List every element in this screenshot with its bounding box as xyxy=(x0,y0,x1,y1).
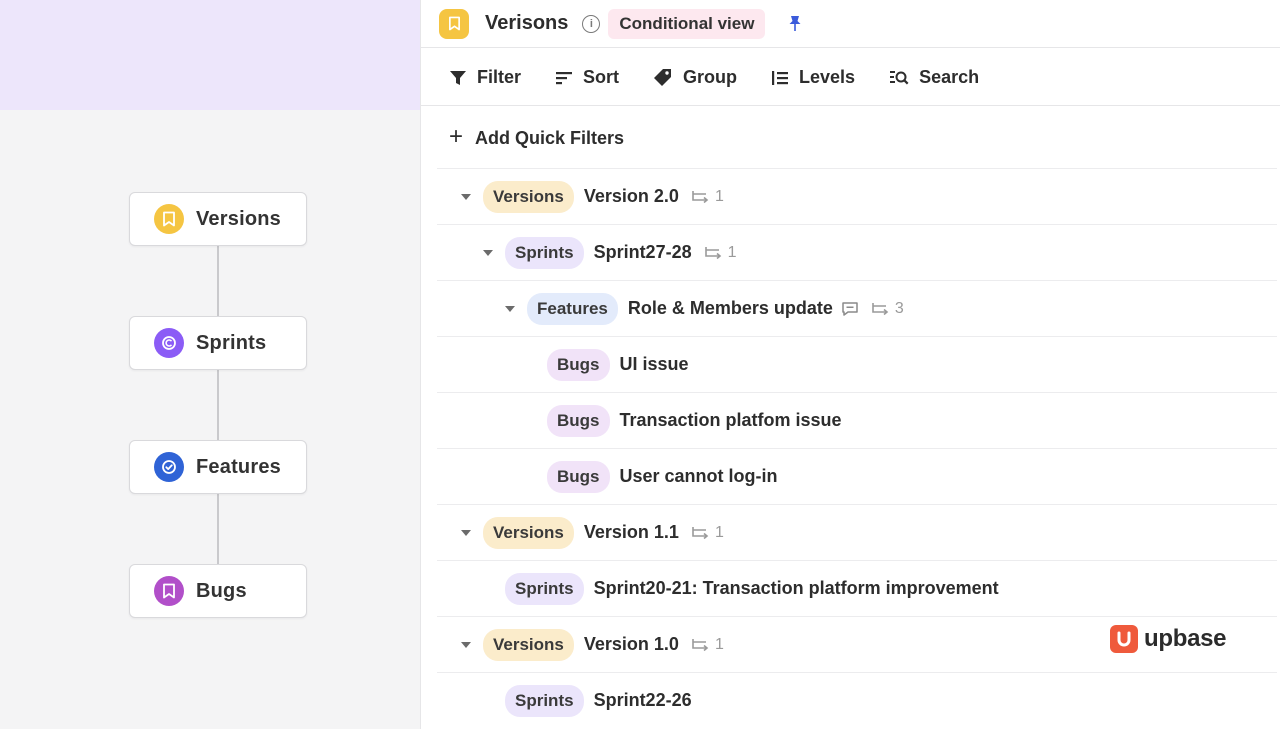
row-name: Version 1.0 xyxy=(583,634,679,654)
bookmark-icon xyxy=(154,204,184,234)
row-name: Role & Members update xyxy=(627,298,833,318)
filter-icon xyxy=(450,70,466,85)
subitems-count: 3 xyxy=(894,299,904,317)
level-label: Bugs xyxy=(196,579,247,602)
sort-button[interactable]: Sort xyxy=(555,67,619,88)
level-connector xyxy=(217,370,219,442)
level-card-sprints[interactable]: Sprints xyxy=(129,316,307,370)
collapse-caret-icon[interactable] xyxy=(461,529,471,536)
upbase-logo-icon xyxy=(1110,625,1138,653)
row-name: Version 1.1 xyxy=(583,522,679,542)
subitems-indicator[interactable]: 1 xyxy=(691,188,724,206)
level-card-versions[interactable]: Versions xyxy=(129,192,307,246)
subitems-count: 1 xyxy=(714,523,724,541)
subitems-indicator[interactable]: 3 xyxy=(871,300,904,318)
table-row[interactable]: Bugs Transaction platfom issue xyxy=(437,392,1277,448)
table-row[interactable]: Sprints Sprint27-28 1 xyxy=(437,224,1277,280)
subitems-icon xyxy=(692,526,709,539)
left-panel-header-area xyxy=(0,0,420,110)
plus-icon: + xyxy=(449,122,464,150)
collapse-caret-icon[interactable] xyxy=(461,641,471,648)
table-row[interactable]: Sprints Sprint22-26 xyxy=(437,672,1277,728)
filter-label: Filter xyxy=(477,67,522,87)
subitems-indicator[interactable]: 1 xyxy=(704,244,737,262)
type-tag: Versions xyxy=(483,628,574,661)
comment-icon[interactable] xyxy=(841,301,859,317)
level-card-bugs[interactable]: Bugs xyxy=(129,564,307,618)
level-connector xyxy=(217,494,219,566)
subitems-icon xyxy=(692,190,709,203)
collapse-caret-icon[interactable] xyxy=(461,193,471,200)
info-icon[interactable]: i xyxy=(582,14,601,33)
sprint-cycle-icon xyxy=(154,328,184,358)
row-name: Sprint20-21: Transaction platform improv… xyxy=(593,578,999,598)
group-label: Group xyxy=(683,67,738,87)
bookmark-icon xyxy=(154,576,184,606)
filter-button[interactable]: Filter xyxy=(449,67,521,88)
subitems-count: 1 xyxy=(727,243,737,261)
table-row[interactable]: Bugs UI issue xyxy=(437,336,1277,392)
levels-icon xyxy=(772,70,789,85)
subitems-count: 1 xyxy=(714,635,724,653)
table-row[interactable]: Versions Version 2.0 1 xyxy=(437,168,1277,224)
level-label: Versions xyxy=(196,207,281,230)
check-circle-icon xyxy=(154,452,184,482)
subitems-icon xyxy=(692,638,709,651)
levels-button[interactable]: Levels xyxy=(771,67,855,88)
subitems-icon xyxy=(704,246,721,259)
view-header: Verisons i Conditional view xyxy=(421,0,1280,48)
type-tag: Bugs xyxy=(547,460,610,493)
table-row[interactable]: Bugs User cannot log-in xyxy=(437,448,1277,504)
pin-icon[interactable] xyxy=(787,15,803,33)
row-name: User cannot log-in xyxy=(619,466,778,486)
brand-name: upbase xyxy=(1144,625,1227,652)
levels-label: Levels xyxy=(799,67,856,87)
level-label: Sprints xyxy=(196,331,267,354)
add-quick-filters-button[interactable]: + Add Quick Filters xyxy=(449,120,624,156)
upbase-logo: upbase xyxy=(1110,625,1227,653)
level-connector xyxy=(217,246,219,318)
row-name: UI issue xyxy=(619,354,689,374)
search-label: Search xyxy=(919,67,980,87)
type-tag: Bugs xyxy=(547,348,610,381)
sort-icon xyxy=(556,71,573,84)
type-tag: Sprints xyxy=(505,572,584,605)
row-name: Version 2.0 xyxy=(583,186,679,206)
type-tag: Versions xyxy=(483,516,574,549)
search-icon xyxy=(890,70,909,84)
type-tag: Features xyxy=(527,292,618,325)
group-button[interactable]: Group xyxy=(653,67,737,88)
table-row[interactable]: Sprints Sprint20-21: Transaction platfor… xyxy=(437,560,1277,616)
add-quick-filters-label: Add Quick Filters xyxy=(475,127,625,148)
toolbar: Filter Sort Group Levels Search xyxy=(421,50,1280,106)
row-name: Transaction platfom issue xyxy=(619,410,842,430)
collapse-caret-icon[interactable] xyxy=(505,305,515,312)
bookmark-icon xyxy=(439,8,469,39)
subitems-indicator[interactable]: 1 xyxy=(691,524,724,542)
subitems-count: 1 xyxy=(714,187,724,205)
collapse-caret-icon[interactable] xyxy=(483,249,493,256)
type-tag: Sprints xyxy=(505,684,584,717)
row-name: Sprint27-28 xyxy=(593,242,692,262)
sort-label: Sort xyxy=(583,67,620,87)
search-button[interactable]: Search xyxy=(889,67,979,88)
row-name: Sprint22-26 xyxy=(593,690,692,710)
subitems-indicator[interactable]: 1 xyxy=(691,636,724,654)
level-label: Features xyxy=(196,455,281,478)
view-panel: Verisons i Conditional view Filter Sort … xyxy=(420,0,1280,729)
type-tag: Versions xyxy=(483,180,574,213)
table-row[interactable]: Features Role & Members update 3 xyxy=(437,280,1277,336)
table-row[interactable]: Versions Version 1.1 1 xyxy=(437,504,1277,560)
type-tag: Bugs xyxy=(547,404,610,437)
tag-icon xyxy=(654,68,672,86)
subitems-icon xyxy=(872,302,889,315)
page-title: Verisons xyxy=(485,12,569,34)
type-tag: Sprints xyxy=(505,236,584,269)
level-card-features[interactable]: Features xyxy=(129,440,307,494)
view-type-badge[interactable]: Conditional view xyxy=(608,8,766,39)
